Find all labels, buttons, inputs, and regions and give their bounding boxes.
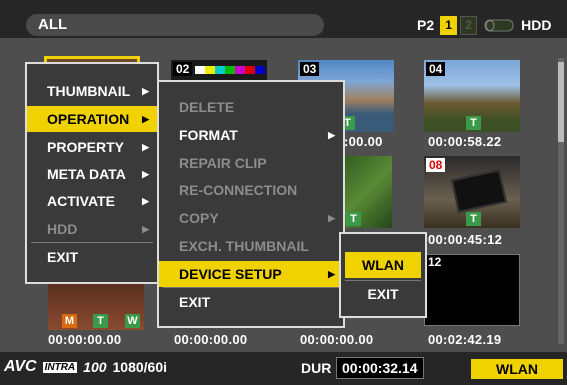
text-memo-badge: T <box>466 116 481 130</box>
menu-item-label: HDD <box>47 221 78 237</box>
intra-logo: INTRA <box>42 361 78 373</box>
menu-item-copy: COPY ▶ <box>159 205 343 231</box>
menu-item-label: META DATA <box>47 166 126 182</box>
submenu-arrow-icon: ▶ <box>142 196 149 206</box>
menu-item-label: OPERATION <box>47 111 130 127</box>
menu-item-wlan[interactable]: WLAN <box>345 252 421 278</box>
menu-item-exit[interactable]: EXIT <box>345 281 421 307</box>
recording-format: AVC INTRA 100 1080/60i <box>4 358 167 376</box>
color-bars-image <box>195 66 265 74</box>
menu-item-label: ACTIVATE <box>47 193 115 209</box>
text-memo-badge: T <box>346 212 361 226</box>
text-memo-badge: T <box>93 314 108 328</box>
menu-item-label: FORMAT <box>179 127 238 143</box>
camera-image <box>451 169 507 213</box>
device-setup-submenu: WLAN EXIT <box>339 232 427 318</box>
slot-1-indicator: 1 <box>440 15 458 35</box>
menu-item-delete: DELETE <box>159 94 343 120</box>
slot-2-indicator: 2 <box>460 15 478 35</box>
clip-thumbnail-screen: ALL P2 1 2 HDD 02 03 T 04 T :00.00 00:00… <box>0 0 567 385</box>
duration-value: 00:00:32.14 <box>336 357 424 379</box>
menu-item-device-setup[interactable]: DEVICE SETUP ▶ <box>159 261 343 287</box>
menu-item-label: DEVICE SETUP <box>179 266 282 282</box>
clip-thumbnail-04[interactable]: 04 T <box>424 60 520 132</box>
video-format: 1080/60i <box>112 359 168 375</box>
clip-number: 12 <box>425 255 445 269</box>
clip-thumbnail-09[interactable]: M T W <box>48 284 144 330</box>
clip-number: 03 <box>300 62 320 76</box>
menu-item-repair-clip: REPAIR CLIP <box>159 150 343 176</box>
menu-item-thumbnail[interactable]: THUMBNAIL ▶ <box>27 78 157 104</box>
menu-item-property[interactable]: PROPERTY ▶ <box>27 134 157 160</box>
scrollbar-thumb[interactable] <box>558 62 564 142</box>
storage-indicator: P2 1 2 HDD <box>417 14 551 36</box>
menu-item-exit[interactable]: EXIT <box>27 244 157 270</box>
submenu-arrow-icon: ▶ <box>142 86 149 96</box>
submenu-arrow-icon: ▶ <box>328 269 335 279</box>
menu-divider <box>163 287 339 288</box>
codec-rate: 100 <box>83 359 107 375</box>
duration-label: DUR <box>301 360 332 376</box>
hdd-label: HDD <box>521 17 552 33</box>
submenu-arrow-icon: ▶ <box>142 142 149 152</box>
menu-item-operation[interactable]: OPERATION ▶ <box>27 106 157 132</box>
bottom-status-bar: AVC INTRA 100 1080/60i DUR 00:00:32.14 W… <box>0 352 567 385</box>
clip-timecode: 00:00:00.00 <box>48 332 122 347</box>
clip-thumbnail-12[interactable]: 12 <box>424 254 520 326</box>
menu-divider <box>31 242 153 243</box>
menu-item-label: EXCH. THUMBNAIL <box>179 238 309 254</box>
submenu-arrow-icon: ▶ <box>328 213 335 223</box>
menu-item-label: REPAIR CLIP <box>179 155 267 171</box>
clip-timecode: 00:00:00.00 <box>174 332 248 347</box>
menu-item-label: PROPERTY <box>47 139 125 155</box>
clip-thumbnail-08[interactable]: 08 T <box>424 156 520 228</box>
clip-thumbnail-07[interactable]: T <box>340 156 392 228</box>
submenu-arrow-icon: ▶ <box>142 169 149 179</box>
menu-item-label: THUMBNAIL <box>47 83 131 99</box>
clip-timecode: 00:00:45:12 <box>428 232 503 247</box>
menu-item-label: EXIT <box>179 294 211 310</box>
wlan-status-badge: WLAN <box>471 359 563 379</box>
submenu-arrow-icon: ▶ <box>328 130 335 140</box>
clip-timecode: 00:02:42.19 <box>428 332 502 347</box>
menu-item-label: COPY <box>179 210 219 226</box>
menu-item-format[interactable]: FORMAT ▶ <box>159 122 343 148</box>
menu-item-activate[interactable]: ACTIVATE ▶ <box>27 188 157 214</box>
menu-item-label: WLAN <box>362 257 404 273</box>
hdd-drive-icon <box>484 19 514 31</box>
p2-label: P2 <box>417 17 435 33</box>
clip-timecode: :00.00 <box>344 134 383 149</box>
clip-number: 08 <box>426 158 446 172</box>
clip-number: 04 <box>426 62 446 76</box>
menu-item-label: EXIT <box>367 286 399 302</box>
wlan-badge: W <box>125 314 140 328</box>
menu-item-exit[interactable]: EXIT <box>159 289 343 315</box>
clip-filter-title[interactable]: ALL <box>26 14 324 36</box>
submenu-arrow-icon: ▶ <box>142 224 149 234</box>
menu-item-label: EXIT <box>47 249 79 265</box>
menu-item-re-connection: RE-CONNECTION <box>159 177 343 203</box>
operation-submenu: DELETE FORMAT ▶ REPAIR CLIP RE-CONNECTION… <box>157 80 345 328</box>
submenu-arrow-icon: ▶ <box>142 114 149 124</box>
menu-item-label: DELETE <box>179 99 235 115</box>
menu-item-meta-data[interactable]: META DATA ▶ <box>27 161 157 187</box>
menu-item-hdd: HDD ▶ <box>27 216 157 242</box>
menu-item-label: RE-CONNECTION <box>179 182 298 198</box>
scrollbar[interactable] <box>558 58 564 344</box>
top-bar: ALL P2 1 2 HDD <box>0 0 567 38</box>
clip-timecode: 00:00:00.00 <box>300 332 374 347</box>
avc-logo: AVC <box>4 358 37 375</box>
text-memo-badge: T <box>466 212 481 226</box>
meta-badge: M <box>62 314 77 328</box>
menu-item-exch-thumbnail: EXCH. THUMBNAIL <box>159 233 343 259</box>
clip-timecode: 00:00:58.22 <box>428 134 502 149</box>
clip-number: 02 <box>173 62 193 76</box>
main-menu: THUMBNAIL ▶ OPERATION ▶ PROPERTY ▶ META DAT… <box>25 62 159 284</box>
